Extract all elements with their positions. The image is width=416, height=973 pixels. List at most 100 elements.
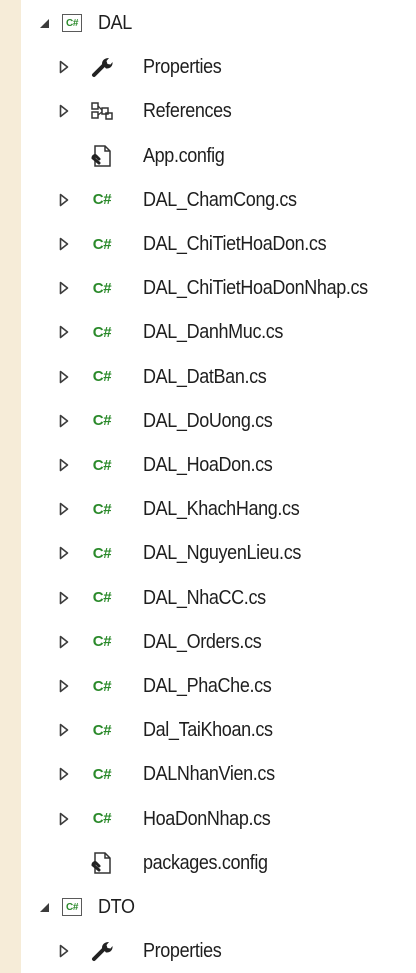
expand-arrow-collapsed-icon[interactable] bbox=[57, 324, 71, 340]
config-file-icon bbox=[89, 851, 115, 875]
tree-item-label: DAL_ChamCong.cs bbox=[143, 188, 297, 211]
project-node-dal[interactable]: C# DAL bbox=[0, 1, 416, 45]
expand-arrow-collapsed-icon[interactable] bbox=[57, 192, 71, 208]
references-icon bbox=[89, 99, 115, 123]
csharp-file-glyph: C# bbox=[92, 412, 112, 430]
csharp-file-icon: C# bbox=[89, 630, 115, 654]
tree-item-dal-khachhang-cs[interactable]: C# DAL_KhachHang.cs bbox=[0, 487, 416, 531]
expand-arrow-collapsed-icon[interactable] bbox=[57, 280, 71, 296]
expand-arrow-collapsed-icon[interactable] bbox=[57, 678, 71, 694]
tree-item-label: DAL bbox=[98, 12, 132, 34]
csharp-file-icon: C# bbox=[89, 718, 115, 742]
expand-arrow-collapsed-icon[interactable] bbox=[57, 634, 71, 650]
csharp-file-icon: C# bbox=[89, 807, 115, 831]
csharp-file-glyph: C# bbox=[92, 456, 112, 474]
tree-item-label: DAL_HoaDon.cs bbox=[143, 454, 273, 476]
tree-item-dal-douong-cs[interactable]: C# DAL_DoUong.cs bbox=[0, 399, 416, 443]
tree-item-label: DTO bbox=[98, 896, 135, 918]
csharp-project-glyph: C# bbox=[62, 14, 82, 32]
tree-item-dto-properties[interactable]: Properties bbox=[0, 929, 416, 973]
tree-item-packages-config[interactable]: packages.config bbox=[0, 841, 416, 885]
csharp-project-icon: C# bbox=[59, 895, 85, 919]
csharp-file-icon: C# bbox=[89, 762, 115, 786]
tree-item-label: DAL_DoUong.cs bbox=[143, 409, 273, 432]
tree-item-dal-chitiethoadonnhap-cs[interactable]: C# DAL_ChiTietHoaDonNhap.cs bbox=[0, 266, 416, 310]
csharp-file-glyph: C# bbox=[92, 633, 112, 651]
csharp-file-glyph: C# bbox=[92, 765, 112, 783]
csharp-file-icon: C# bbox=[89, 497, 115, 521]
tree-item-label: DAL_Orders.cs bbox=[143, 630, 262, 653]
tree-item-dal-phache-cs[interactable]: C# DAL_PhaChe.cs bbox=[0, 664, 416, 708]
tree-item-label: References bbox=[143, 100, 232, 123]
csharp-file-glyph: C# bbox=[92, 279, 112, 297]
tree-item-label: DAL_PhaChe.cs bbox=[143, 675, 272, 697]
expand-arrow-collapsed-icon[interactable] bbox=[57, 590, 71, 606]
csharp-file-icon: C# bbox=[89, 541, 115, 565]
expand-arrow-collapsed-icon[interactable] bbox=[57, 811, 71, 827]
csharp-file-glyph: C# bbox=[92, 677, 112, 695]
csharp-file-glyph: C# bbox=[92, 191, 112, 209]
tree-item-dal-orders-cs[interactable]: C# DAL_Orders.cs bbox=[0, 620, 416, 664]
csharp-file-icon: C# bbox=[89, 365, 115, 389]
expand-arrow-collapsed-icon[interactable] bbox=[57, 766, 71, 782]
csharp-file-icon: C# bbox=[89, 409, 115, 433]
tree-item-label: DAL_DanhMuc.cs bbox=[143, 321, 284, 344]
csharp-file-icon: C# bbox=[89, 674, 115, 698]
tree-item-app-config[interactable]: App.config bbox=[0, 134, 416, 178]
expand-arrow-collapsed-icon[interactable] bbox=[57, 545, 71, 561]
tree-item-dal-hoadon-cs[interactable]: C# DAL_HoaDon.cs bbox=[0, 443, 416, 487]
csharp-file-icon: C# bbox=[89, 320, 115, 344]
csharp-file-glyph: C# bbox=[92, 589, 112, 607]
tree-item-label: App.config bbox=[143, 144, 225, 167]
csharp-file-glyph: C# bbox=[92, 500, 112, 518]
csharp-file-icon: C# bbox=[89, 232, 115, 256]
csharp-file-glyph: C# bbox=[92, 235, 112, 253]
tree-item-hoadonnhap-cs[interactable]: C# HoaDonNhap.cs bbox=[0, 797, 416, 841]
tree-item-label: packages.config bbox=[143, 851, 268, 874]
tree-item-dalnhanvien-cs[interactable]: C# DALNhanVien.cs bbox=[0, 752, 416, 796]
tree-item-label: HoaDonNhap.cs bbox=[143, 807, 271, 830]
expand-arrow-open-icon[interactable] bbox=[37, 899, 51, 915]
expand-arrow-collapsed-icon[interactable] bbox=[57, 369, 71, 385]
config-file-icon bbox=[89, 144, 115, 168]
csharp-file-glyph: C# bbox=[92, 810, 112, 828]
tree-item-properties[interactable]: Properties bbox=[0, 45, 416, 89]
csharp-file-glyph: C# bbox=[92, 323, 112, 341]
expand-arrow-collapsed-icon[interactable] bbox=[57, 722, 71, 738]
tree-item-dal-datban-cs[interactable]: C# DAL_DatBan.cs bbox=[0, 355, 416, 399]
tree-item-label: DAL_NguyenLieu.cs bbox=[143, 542, 301, 565]
expand-arrow-collapsed-icon[interactable] bbox=[57, 413, 71, 429]
tree-item-label: DAL_DatBan.cs bbox=[143, 365, 267, 388]
expand-arrow-collapsed-icon[interactable] bbox=[57, 236, 71, 252]
csharp-project-glyph: C# bbox=[62, 898, 82, 916]
csharp-file-glyph: C# bbox=[92, 368, 112, 386]
tree-item-dal-taikhoan-cs[interactable]: C# Dal_TaiKhoan.cs bbox=[0, 708, 416, 752]
csharp-file-glyph: C# bbox=[92, 721, 112, 739]
tree-item-dal-danhmuc-cs[interactable]: C# DAL_DanhMuc.cs bbox=[0, 310, 416, 354]
tree-item-label: DAL_ChiTietHoaDon.cs bbox=[143, 233, 327, 255]
tree-item-dal-chamcong-cs[interactable]: C# DAL_ChamCong.cs bbox=[0, 178, 416, 222]
expand-arrow-collapsed-icon[interactable] bbox=[57, 457, 71, 473]
tree-item-references[interactable]: References bbox=[0, 89, 416, 133]
expand-arrow-open-icon[interactable] bbox=[37, 15, 51, 31]
project-node-dto[interactable]: C# DTO bbox=[0, 885, 416, 929]
csharp-file-glyph: C# bbox=[92, 544, 112, 562]
csharp-file-icon: C# bbox=[89, 188, 115, 212]
expand-arrow-collapsed-icon[interactable] bbox=[57, 103, 71, 119]
tree-item-dal-nhacc-cs[interactable]: C# DAL_NhaCC.cs bbox=[0, 576, 416, 620]
csharp-project-icon: C# bbox=[59, 11, 85, 35]
csharp-file-icon: C# bbox=[89, 276, 115, 300]
expand-arrow-collapsed-icon[interactable] bbox=[57, 501, 71, 517]
expand-arrow-collapsed-icon[interactable] bbox=[57, 943, 71, 959]
csharp-file-icon: C# bbox=[89, 586, 115, 610]
tree-item-dal-chitiethoadon-cs[interactable]: C# DAL_ChiTietHoaDon.cs bbox=[0, 222, 416, 266]
tree-item-label: DAL_ChiTietHoaDonNhap.cs bbox=[143, 277, 368, 300]
tree-item-label: Properties bbox=[143, 56, 222, 79]
tree-item-label: DAL_NhaCC.cs bbox=[143, 586, 266, 609]
wrench-icon bbox=[89, 55, 115, 79]
expand-arrow-collapsed-icon[interactable] bbox=[57, 59, 71, 75]
csharp-file-icon: C# bbox=[89, 453, 115, 477]
tree-item-label: Dal_TaiKhoan.cs bbox=[143, 719, 273, 742]
wrench-icon bbox=[89, 939, 115, 963]
tree-item-dal-nguyenlieu-cs[interactable]: C# DAL_NguyenLieu.cs bbox=[0, 531, 416, 575]
